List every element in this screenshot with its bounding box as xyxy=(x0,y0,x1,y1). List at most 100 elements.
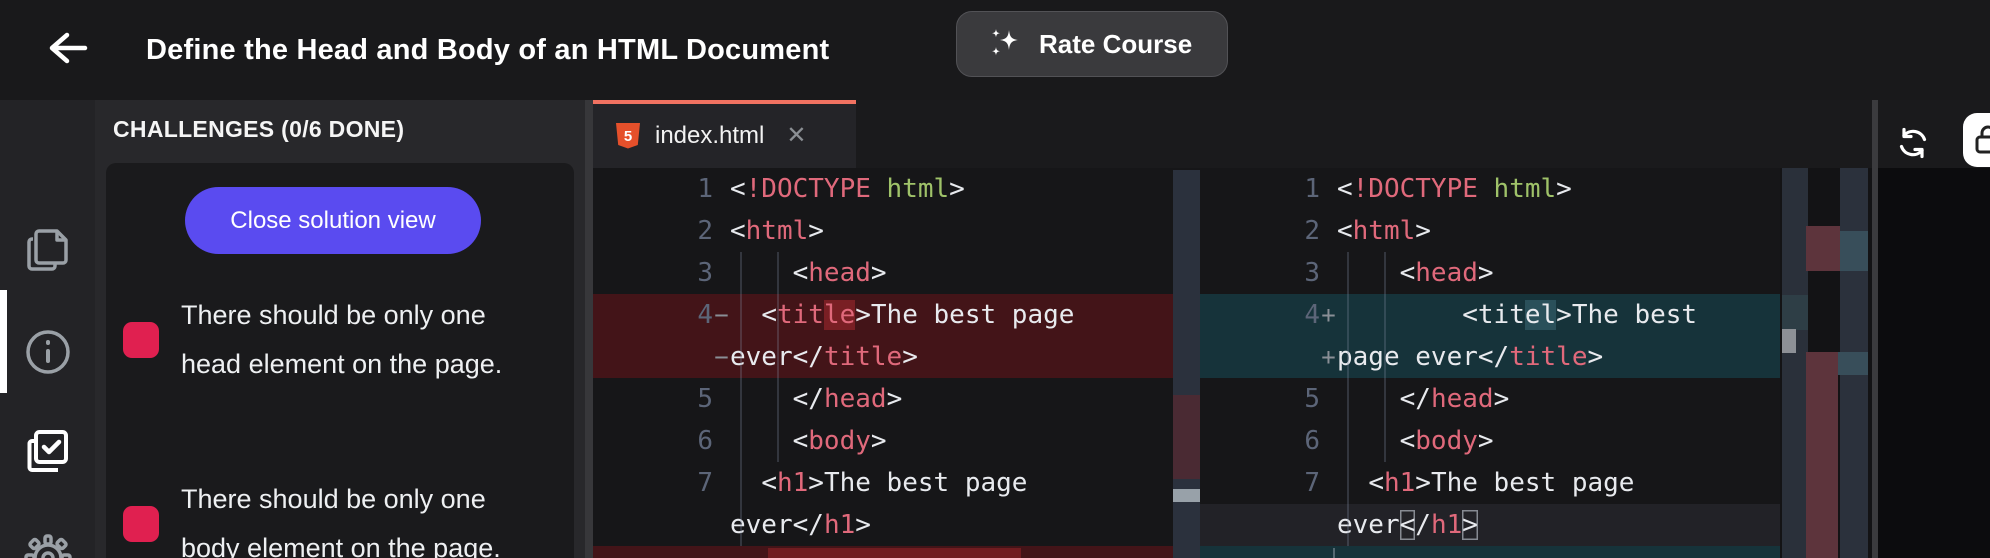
minimap-added-mark xyxy=(1838,352,1868,375)
rate-course-button[interactable]: Rate Course xyxy=(956,11,1228,77)
diff-pane-original[interactable]: 1<!DOCTYPE html>2<html>3 <head>4− <title… xyxy=(593,168,1173,558)
code-text: <!DOCTYPE html> xyxy=(1337,174,1780,204)
sidebar-item-info[interactable] xyxy=(0,322,95,382)
challenges-header: CHALLENGES (0/6 DONE) xyxy=(113,116,404,143)
line-number: 7 xyxy=(1200,468,1320,498)
challenge-checkbox[interactable] xyxy=(123,506,159,542)
code-text: </head> xyxy=(1337,384,1780,414)
diff-sign: + xyxy=(1320,301,1337,329)
refresh-button[interactable] xyxy=(1894,124,1932,162)
minimap-scrollbar-thumb[interactable] xyxy=(1782,329,1796,353)
challenge-text: There should be only one body element on… xyxy=(181,475,521,558)
code-text: ever</h1> xyxy=(730,510,1173,540)
app-header: Define the Head and Body of an HTML Docu… xyxy=(0,0,1990,100)
code-line: 3 <head> xyxy=(593,252,1173,294)
minimap-code-block xyxy=(1840,168,1868,231)
back-arrow-icon xyxy=(47,31,89,65)
code-text: <titel>The best xyxy=(1337,300,1780,330)
line-number: 1 xyxy=(1200,174,1320,204)
svg-text:5: 5 xyxy=(624,128,632,145)
page-title: Define the Head and Body of an HTML Docu… xyxy=(146,0,829,100)
indent-guide xyxy=(1347,252,1349,546)
code-line: 7 <h1>The best page xyxy=(1200,462,1780,504)
code-line: −ever</title> xyxy=(593,336,1173,378)
code-line: 4− <title>The best page xyxy=(593,294,1173,336)
tab-index-html[interactable]: 5 index.html ✕ xyxy=(593,100,856,168)
close-solution-view-button[interactable]: Close solution view xyxy=(185,187,481,254)
code-line: 2 <html> xyxy=(1200,210,1780,252)
back-button[interactable] xyxy=(44,24,92,72)
sparkles-icon xyxy=(987,26,1023,62)
challenge-item: There should be only one head element on… xyxy=(123,291,553,389)
line-number: 7 xyxy=(593,468,713,498)
challenge-text: There should be only one head element on… xyxy=(181,291,521,389)
code-line: +page ever</title> xyxy=(1200,336,1780,378)
removed-inline-fragment xyxy=(768,548,1021,558)
line-number: 6 xyxy=(593,426,713,456)
sidebar-item-settings[interactable] xyxy=(0,528,95,558)
gear-icon xyxy=(24,534,72,558)
left-editor-scrollbar[interactable] xyxy=(1173,170,1200,558)
code-line xyxy=(1200,546,1780,558)
sidebar-item-files[interactable] xyxy=(0,220,95,280)
code-line: 5 </head> xyxy=(593,378,1173,420)
scrollbar-thumb-mark xyxy=(1173,489,1200,502)
indent-guide xyxy=(777,252,779,462)
panel-divider[interactable] xyxy=(585,100,593,558)
sidebar-item-challenges[interactable] xyxy=(0,422,95,482)
code-text: ever</h1> xyxy=(1337,510,1780,540)
info-icon xyxy=(24,328,72,376)
code-line: 2<html> xyxy=(593,210,1173,252)
minimap-code-block xyxy=(1840,375,1868,558)
line-number: 4 xyxy=(1200,300,1320,330)
diff-pane-modified[interactable]: 1<!DOCTYPE html>2<html>3 <head>4+ <titel… xyxy=(1200,168,1780,558)
right-toolbar-header xyxy=(1878,100,1990,168)
challenges-panel: CHALLENGES (0/6 DONE) Close solution vie… xyxy=(95,100,585,558)
code-line: 4+ <titel>The best xyxy=(1200,294,1780,336)
tab-label: index.html xyxy=(655,122,764,150)
code-line: 5 </head> xyxy=(1200,378,1780,420)
indent-guide xyxy=(740,252,742,546)
lock-button[interactable] xyxy=(1963,113,1990,167)
code-text: page ever</title> xyxy=(1337,342,1780,372)
line-number: 3 xyxy=(593,258,713,288)
minimap[interactable] xyxy=(1780,168,1872,558)
code-text: <body> xyxy=(730,426,1173,456)
code-text: <html> xyxy=(1337,216,1780,246)
sidebar xyxy=(0,100,95,558)
line-number: 4 xyxy=(593,300,713,330)
line-number: 2 xyxy=(1200,216,1320,246)
lock-icon xyxy=(1973,124,1990,156)
diff-editor: 5 index.html ✕ 1<!DOCTYPE html>2<html>3 … xyxy=(593,100,1872,558)
code-line: 7 <h1>The best page xyxy=(593,462,1173,504)
code-line: ever</h1> xyxy=(593,504,1173,546)
code-text: <head> xyxy=(1337,258,1780,288)
minimap-added-tint xyxy=(1782,295,1808,330)
minimap-slider xyxy=(1782,168,1808,558)
code-line: 6 <body> xyxy=(593,420,1173,462)
screen: Define the Head and Body of an HTML Docu… xyxy=(0,0,1990,558)
code-text: <head> xyxy=(730,258,1173,288)
code-line: 3 <head> xyxy=(1200,252,1780,294)
minimap-removed-mark xyxy=(1806,226,1840,271)
challenge-item: There should be only one body element on… xyxy=(123,475,553,558)
code-text: <h1>The best page xyxy=(730,468,1173,498)
diff-sign: − xyxy=(713,301,730,329)
minimap-removed-mark xyxy=(1806,352,1838,558)
challenge-checkbox[interactable] xyxy=(123,322,159,358)
diff-sign: − xyxy=(713,343,730,371)
right-toolbar xyxy=(1878,100,1990,558)
line-number: 1 xyxy=(593,174,713,204)
line-number: 5 xyxy=(593,384,713,414)
code-text: </head> xyxy=(730,384,1173,414)
indent-guide xyxy=(1333,548,1335,558)
tab-close-icon[interactable]: ✕ xyxy=(786,124,806,148)
code-text: ever</title> xyxy=(730,342,1173,372)
indent-guide xyxy=(1384,252,1386,462)
line-number: 5 xyxy=(1200,384,1320,414)
code-line: 1<!DOCTYPE html> xyxy=(593,168,1173,210)
challenges-checklist-icon xyxy=(24,427,72,477)
code-text: <html> xyxy=(730,216,1173,246)
challenges-body: Close solution view There should be only… xyxy=(106,163,574,558)
sidebar-active-indicator xyxy=(0,290,7,393)
